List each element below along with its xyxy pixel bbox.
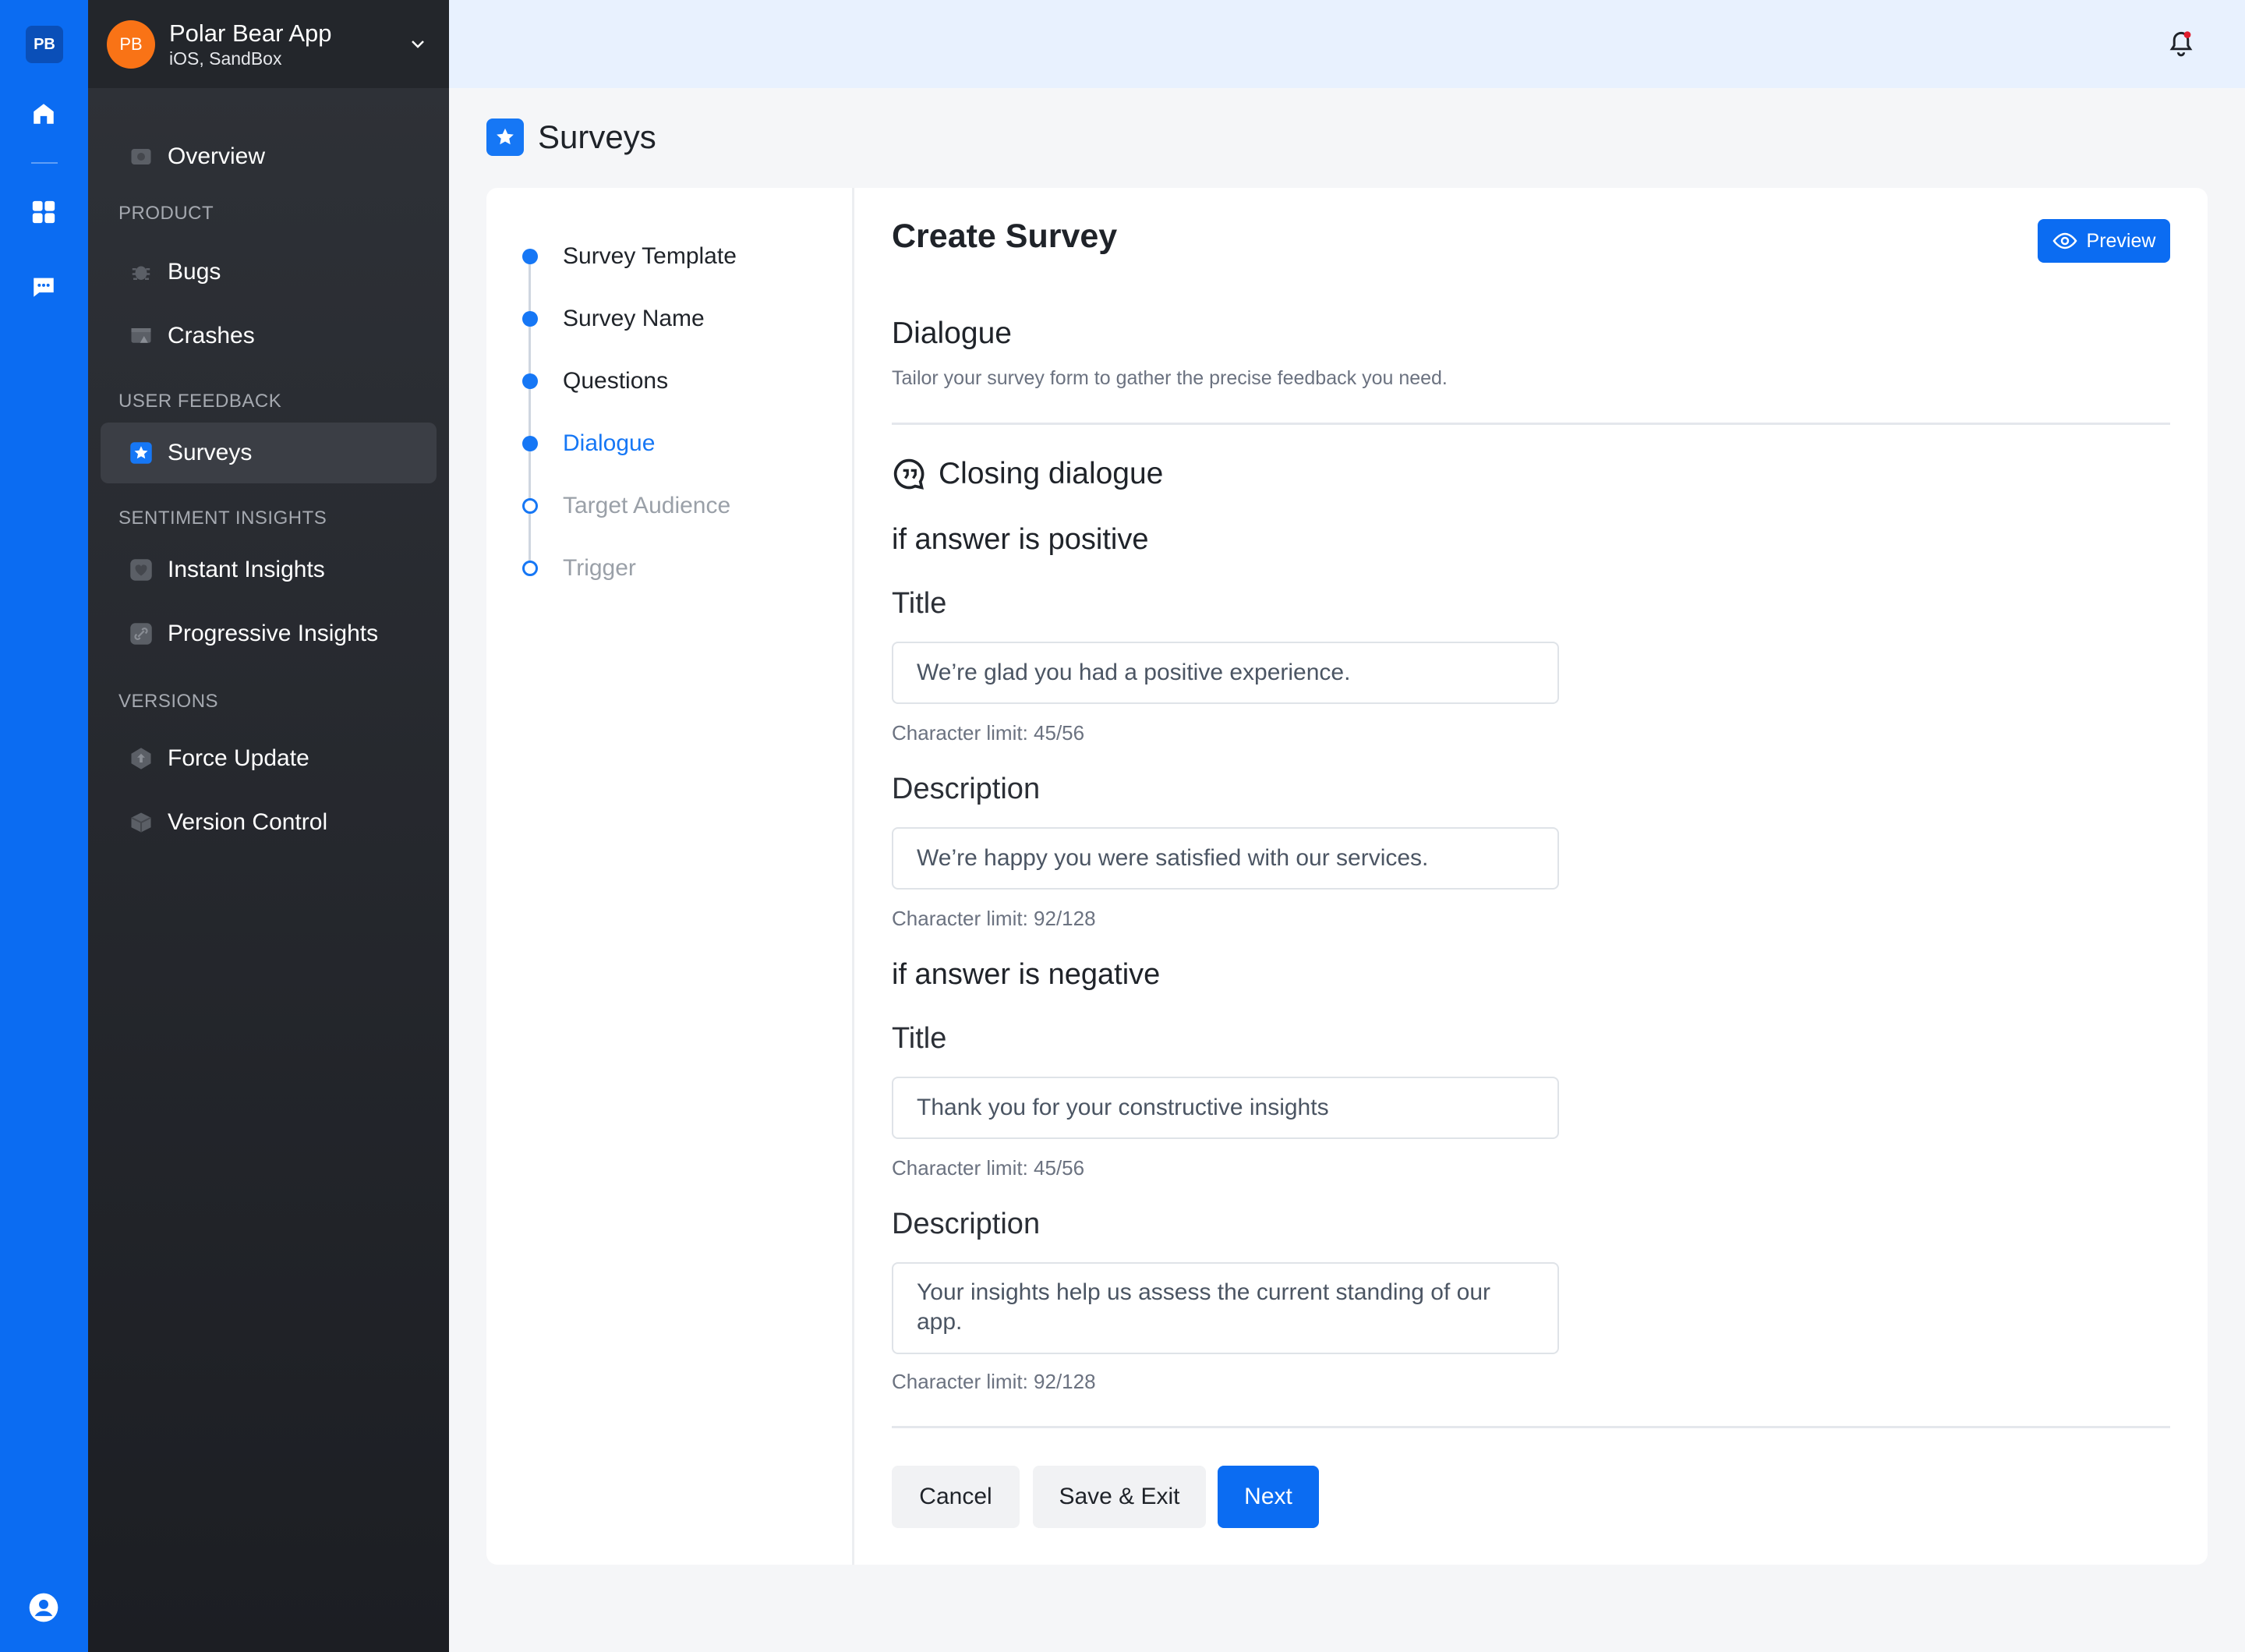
section-product: PRODUCT — [118, 203, 214, 224]
sidebar-item-progressive-insights[interactable]: Progressive Insights — [101, 603, 437, 664]
step-dot — [522, 373, 538, 389]
sidebar-item-label: Progressive Insights — [168, 621, 379, 646]
upload-icon — [129, 746, 154, 771]
app-switcher[interactable]: PB Polar Bear App iOS, SandBox — [88, 0, 449, 88]
star-icon — [129, 440, 154, 465]
home-icon[interactable] — [28, 98, 59, 129]
step-label: Survey Template — [563, 243, 737, 269]
step-dot — [522, 249, 538, 264]
positive-title-input[interactable]: We’re glad you had a positive experience… — [892, 642, 1559, 704]
sidebar-item-label: Version Control — [168, 809, 328, 835]
overview-icon — [129, 144, 154, 169]
step-dot — [522, 311, 538, 327]
page-title: Surveys — [486, 119, 656, 156]
user-icon[interactable] — [28, 1592, 59, 1623]
section-sentiment: SENTIMENT INSIGHTS — [118, 508, 327, 529]
step-target-audience[interactable]: Target Audience — [522, 490, 730, 522]
create-survey-heading: Create Survey — [892, 218, 1118, 255]
page-title-text: Surveys — [538, 119, 656, 155]
step-dot — [522, 498, 538, 514]
notification-bell-icon[interactable] — [2167, 30, 2198, 61]
step-trigger[interactable]: Trigger — [522, 553, 636, 584]
step-label: Target Audience — [563, 493, 731, 518]
preview-button[interactable]: Preview — [2038, 219, 2170, 263]
positive-title-limit: Character limit: 45/56 — [892, 721, 1085, 745]
sidebar-item-surveys[interactable]: Surveys — [101, 423, 437, 483]
save-exit-button[interactable]: Save & Exit — [1033, 1466, 1206, 1528]
step-dot — [522, 436, 538, 451]
sidebar-item-instant-insights[interactable]: Instant Insights — [101, 539, 437, 600]
preview-label: Preview — [2086, 229, 2156, 252]
closing-dialogue-heading: Closing dialogue — [892, 457, 1163, 491]
eye-icon — [2052, 232, 2077, 249]
grid-icon[interactable] — [28, 196, 59, 228]
step-survey-name[interactable]: Survey Name — [522, 303, 705, 334]
step-label: Trigger — [563, 555, 636, 581]
step-label: Questions — [563, 368, 669, 394]
bug-icon — [129, 260, 154, 285]
positive-title-label: Title — [892, 587, 947, 620]
crash-icon — [129, 324, 154, 348]
sidebar-item-force-update[interactable]: Force Update — [101, 728, 437, 789]
closing-dialogue-title: Closing dialogue — [939, 457, 1164, 490]
chevron-down-icon[interactable] — [408, 34, 427, 57]
app-rail: PB — [0, 0, 88, 1652]
sidebar-item-label: Bugs — [168, 259, 221, 285]
sidebar-item-overview[interactable]: Overview — [101, 126, 437, 187]
app-platform: iOS, SandBox — [169, 48, 282, 69]
negative-title-input[interactable]: Thank you for your constructive insights — [892, 1077, 1559, 1139]
quote-bubble-icon — [893, 458, 925, 490]
positive-description-label: Description — [892, 773, 1041, 805]
step-label: Survey Name — [563, 306, 705, 331]
sidebar-item-label: Force Update — [168, 745, 309, 771]
stepper: Survey Template Survey Name Questions Di… — [486, 188, 854, 1565]
negative-description-label: Description — [892, 1208, 1041, 1240]
sidebar-item-label: Surveys — [168, 440, 253, 465]
app-avatar: PB — [107, 19, 155, 69]
negative-title-label: Title — [892, 1022, 947, 1055]
link-icon — [129, 621, 154, 646]
sidebar: PB Polar Bear App iOS, SandBox Overview … — [88, 0, 449, 1652]
sidebar-item-label: Crashes — [168, 323, 255, 348]
next-button[interactable]: Next — [1218, 1466, 1319, 1528]
step-survey-template[interactable]: Survey Template — [522, 241, 737, 272]
section-user-feedback: USER FEEDBACK — [118, 391, 282, 412]
negative-description-input[interactable]: Your insights help us assess the current… — [892, 1262, 1559, 1354]
workspace-logo[interactable]: PB — [26, 26, 63, 63]
section-subtitle: Tailor your survey form to gather the pr… — [892, 367, 1448, 389]
sidebar-item-version-control[interactable]: Version Control — [101, 792, 437, 853]
negative-description-limit: Character limit: 92/128 — [892, 1370, 1096, 1393]
positive-heading: if answer is positive — [892, 523, 1149, 556]
negative-heading: if answer is negative — [892, 958, 1161, 991]
divider — [892, 423, 2170, 425]
section-title: Dialogue — [892, 317, 1012, 350]
positive-description-input[interactable]: We’re happy you were satisfied with our … — [892, 827, 1559, 890]
sidebar-item-label: Instant Insights — [168, 557, 325, 582]
rail-divider — [31, 162, 58, 164]
sidebar-item-bugs[interactable]: Bugs — [101, 242, 437, 302]
positive-description-limit: Character limit: 92/128 — [892, 907, 1096, 930]
step-label: Dialogue — [563, 430, 656, 456]
step-dialogue[interactable]: Dialogue — [522, 428, 655, 459]
chat-icon[interactable] — [28, 271, 59, 302]
box-icon — [129, 810, 154, 835]
negative-title-limit: Character limit: 45/56 — [892, 1156, 1085, 1180]
sidebar-item-label: Overview — [168, 143, 266, 169]
top-bar — [449, 0, 2245, 88]
heart-icon — [129, 557, 154, 582]
step-questions[interactable]: Questions — [522, 366, 668, 397]
step-dot — [522, 561, 538, 576]
sidebar-item-crashes[interactable]: Crashes — [101, 306, 437, 366]
star-icon — [486, 119, 524, 156]
divider — [892, 1426, 2170, 1428]
app-name: Polar Bear App — [169, 19, 332, 47]
survey-card: Survey Template Survey Name Questions Di… — [486, 188, 2208, 1565]
cancel-button[interactable]: Cancel — [892, 1466, 1020, 1528]
section-versions: VERSIONS — [118, 691, 219, 712]
